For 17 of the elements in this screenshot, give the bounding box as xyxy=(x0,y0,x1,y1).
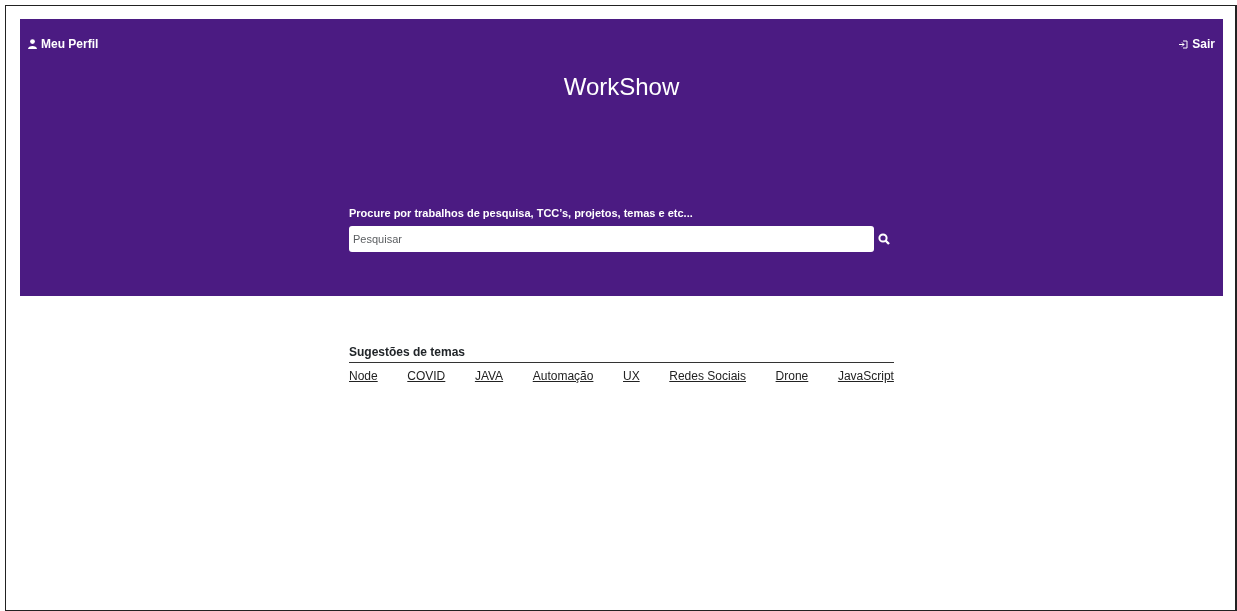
logout-link[interactable]: Sair xyxy=(1179,35,1215,53)
search-icon xyxy=(878,233,890,246)
topic-link[interactable]: Drone xyxy=(775,367,809,385)
topic-link[interactable]: UX xyxy=(623,367,640,385)
search-label: Procure por trabalhos de pesquisa, TCC’s, projetos, temas e etc... xyxy=(349,206,694,221)
topic-link[interactable]: COVID xyxy=(407,367,446,385)
profile-link[interactable]: Meu Perfil xyxy=(28,35,99,53)
person-icon xyxy=(28,39,37,49)
logout-icon xyxy=(1179,39,1189,49)
topic-link[interactable]: Redes Sociais xyxy=(669,367,746,385)
site-title: WorkShow xyxy=(562,72,681,102)
topic-link[interactable]: JAVA xyxy=(474,367,504,385)
suggestions-heading: Sugestões de temas xyxy=(349,343,894,363)
topic-link[interactable]: Automação xyxy=(532,367,594,385)
search-field[interactable]: Pesquisar xyxy=(349,225,874,252)
topic-link[interactable]: Node xyxy=(349,367,378,385)
topic-link[interactable]: JavaScript xyxy=(837,367,894,385)
